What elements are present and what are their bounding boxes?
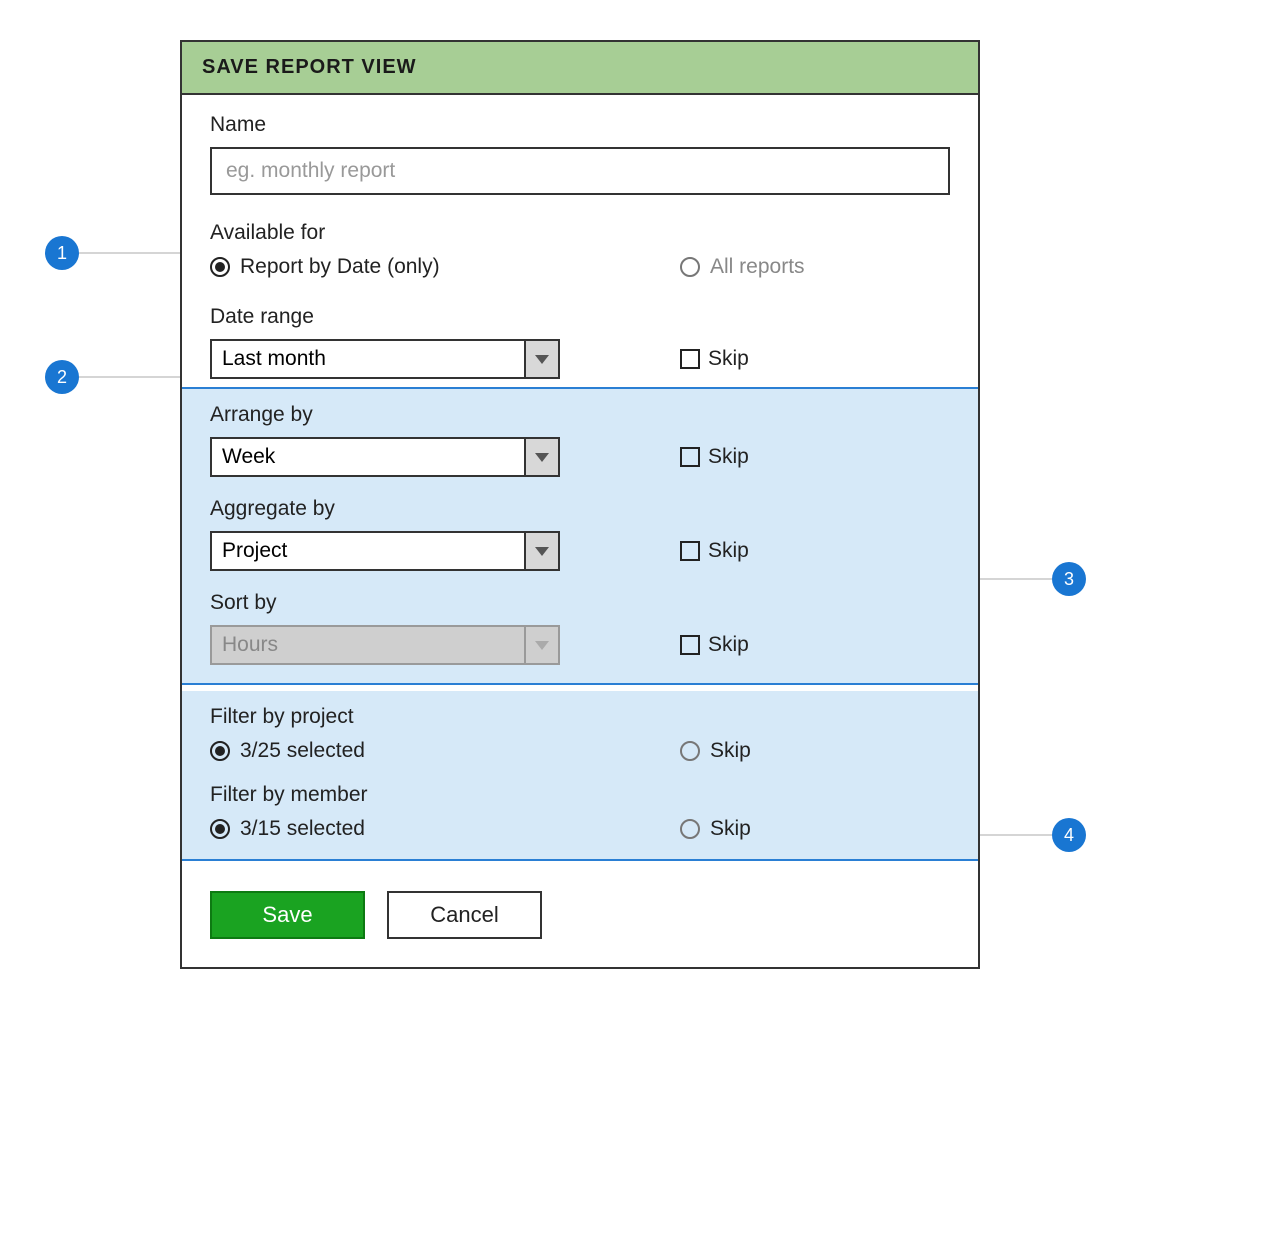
callout-line (79, 376, 180, 378)
filter-member-selected-label: 3/15 selected (240, 817, 365, 841)
dropdown-button[interactable] (524, 341, 558, 377)
filter-block: Filter by project 3/25 selected Skip Fil (182, 691, 978, 861)
radio-report-by-date[interactable]: Report by Date (only) (210, 255, 680, 279)
aggregate-by-skip-label: Skip (708, 539, 749, 563)
arrange-by-value: Week (212, 439, 524, 475)
date-range-section: Date range Last month Skip (182, 287, 978, 387)
filter-project-selected-label: 3/25 selected (240, 739, 365, 763)
dropdown-button[interactable] (524, 439, 558, 475)
radio-icon-selected (210, 741, 230, 761)
arrange-by-select[interactable]: Week (210, 437, 560, 477)
aggregate-by-label: Aggregate by (210, 497, 950, 521)
arrange-by-skip-label: Skip (708, 445, 749, 469)
filter-member-label: Filter by member (210, 783, 950, 807)
arrange-aggregate-sort-block: Arrange by Week Skip Aggregate by (182, 387, 978, 685)
callout-2: 2 (45, 360, 79, 394)
filter-project-skip-radio[interactable]: Skip (680, 739, 751, 763)
callout-line (980, 834, 1052, 836)
sort-by-value: Hours (212, 627, 524, 663)
dialog-title: SAVE REPORT VIEW (182, 42, 978, 95)
sort-by-label: Sort by (210, 591, 950, 615)
chevron-down-icon (535, 453, 549, 462)
callout-4: 4 (1052, 818, 1086, 852)
filter-project-skip-label: Skip (710, 739, 751, 763)
callout-line (980, 578, 1052, 580)
cancel-button[interactable]: Cancel (387, 891, 542, 939)
sort-by-skip-checkbox[interactable] (680, 635, 700, 655)
name-label: Name (210, 113, 950, 137)
radio-icon-selected (210, 257, 230, 277)
radio-all-reports[interactable]: All reports (680, 255, 805, 279)
aggregate-by-select[interactable]: Project (210, 531, 560, 571)
chevron-down-icon (535, 355, 549, 364)
name-section: Name (182, 95, 978, 203)
dropdown-button-disabled (524, 627, 558, 663)
available-for-section: Available for Report by Date (only) All … (182, 203, 978, 287)
arrange-by-label: Arrange by (210, 403, 950, 427)
date-range-skip-checkbox[interactable] (680, 349, 700, 369)
radio-label-report-by-date: Report by Date (only) (240, 255, 440, 279)
date-range-skip-label: Skip (708, 347, 749, 371)
save-button[interactable]: Save (210, 891, 365, 939)
sort-by-skip-label: Skip (708, 633, 749, 657)
filter-project-selected-radio[interactable]: 3/25 selected (210, 739, 680, 763)
sort-by-select: Hours (210, 625, 560, 665)
radio-icon-selected (210, 819, 230, 839)
radio-icon-empty (680, 819, 700, 839)
aggregate-by-value: Project (212, 533, 524, 569)
dialog-footer: Save Cancel (182, 861, 978, 967)
chevron-down-icon (535, 547, 549, 556)
filter-member-skip-label: Skip (710, 817, 751, 841)
callout-line (79, 252, 180, 254)
available-for-label: Available for (210, 221, 950, 245)
filter-member-skip-radio[interactable]: Skip (680, 817, 751, 841)
arrange-by-skip-checkbox[interactable] (680, 447, 700, 467)
save-report-dialog: SAVE REPORT VIEW Name Available for Repo… (180, 40, 980, 969)
name-input[interactable] (210, 147, 950, 195)
chevron-down-icon (535, 641, 549, 650)
radio-icon-empty (680, 257, 700, 277)
date-range-label: Date range (210, 305, 950, 329)
callout-1: 1 (45, 236, 79, 270)
callout-3: 3 (1052, 562, 1086, 596)
aggregate-by-skip-checkbox[interactable] (680, 541, 700, 561)
date-range-value: Last month (212, 341, 524, 377)
filter-member-selected-radio[interactable]: 3/15 selected (210, 817, 680, 841)
dropdown-button[interactable] (524, 533, 558, 569)
radio-icon-empty (680, 741, 700, 761)
date-range-select[interactable]: Last month (210, 339, 560, 379)
radio-label-all-reports: All reports (710, 255, 805, 279)
filter-project-label: Filter by project (210, 705, 950, 729)
